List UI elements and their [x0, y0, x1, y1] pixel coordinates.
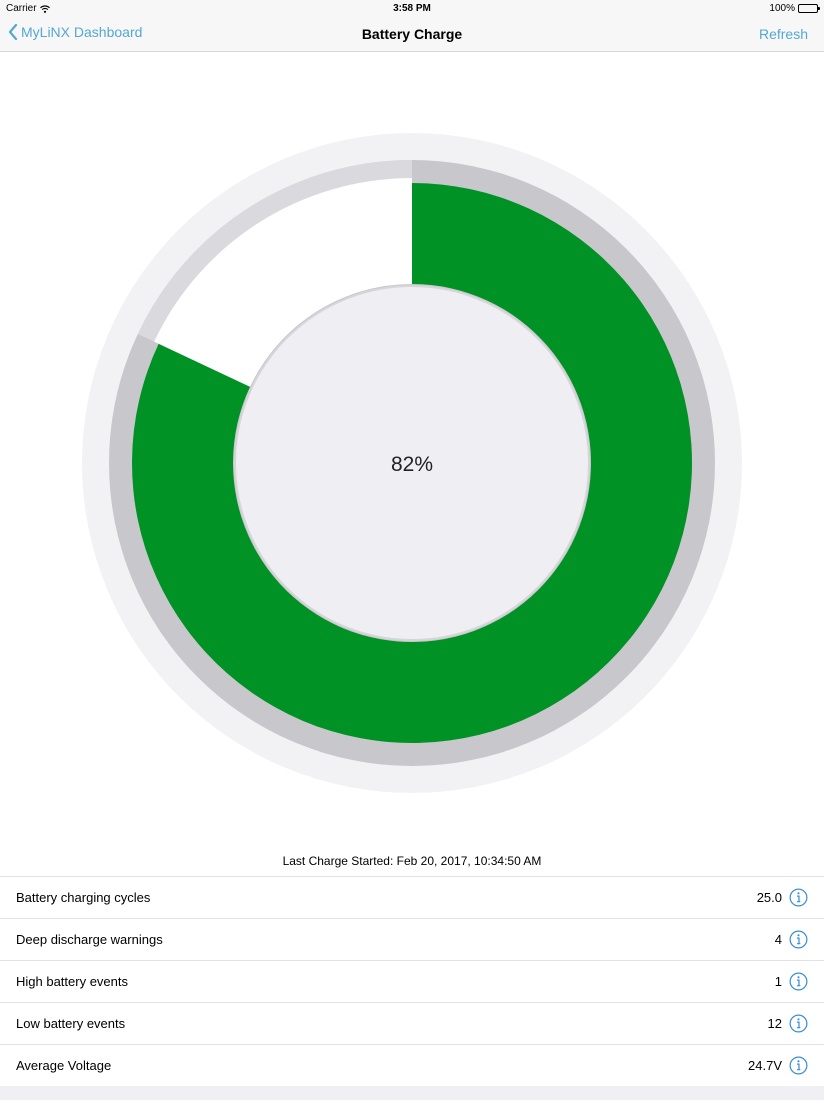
status-bar: Carrier 3:58 PM 100% [0, 0, 824, 18]
nav-bar: MyLiNX Dashboard Battery Charge Refresh [0, 18, 824, 52]
stat-row-high-battery: High battery events 1 [0, 961, 824, 1003]
page-title: Battery Charge [361, 26, 463, 42]
battery-charge-gauge: 82% [82, 133, 742, 793]
info-icon[interactable] [789, 930, 808, 949]
stat-label: Deep discharge warnings [16, 932, 163, 947]
battery-percent: 100% [769, 3, 795, 14]
stat-row-deep-discharge: Deep discharge warnings 4 [0, 919, 824, 961]
stat-row-charging-cycles: Battery charging cycles 25.0 [0, 877, 824, 919]
battery-stats-list: Battery charging cycles 25.0 Deep discha… [0, 876, 824, 1087]
stat-value: 4 [774, 932, 782, 947]
stat-label: Low battery events [16, 1016, 126, 1031]
bottom-background [0, 1086, 824, 1100]
stat-value: 12 [767, 1016, 782, 1031]
stat-value: 1 [774, 974, 782, 989]
stat-row-average-voltage: Average Voltage 24.7V [0, 1045, 824, 1087]
stat-row-low-battery: Low battery events 12 [0, 1003, 824, 1045]
status-time: 3:58 PM [393, 3, 431, 14]
gauge-svg: 82% [82, 133, 742, 793]
info-icon[interactable] [789, 1014, 808, 1033]
info-icon[interactable] [789, 888, 808, 907]
battery-icon [798, 4, 820, 13]
stat-value: 24.7V [748, 1058, 782, 1073]
stat-label: Battery charging cycles [16, 890, 151, 905]
refresh-button[interactable]: Refresh [759, 26, 808, 42]
info-icon[interactable] [789, 972, 808, 991]
stat-value: 25.0 [756, 890, 782, 905]
stat-label: Average Voltage [16, 1058, 112, 1073]
info-icon[interactable] [789, 1056, 808, 1075]
stat-label: High battery events [16, 974, 129, 989]
battery-indicator: 100% [769, 3, 820, 14]
last-charge-started: Last Charge Started: Feb 20, 2017, 10:34… [282, 854, 542, 868]
gauge-percent-label: 82% [391, 453, 433, 476]
